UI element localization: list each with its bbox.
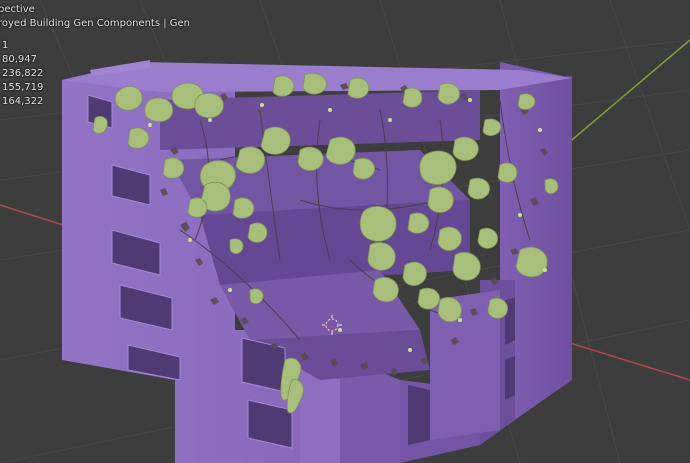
stat-faces: 155,719 xyxy=(2,82,44,93)
viewport-info-overlay: pective royed Building Gen Components | … xyxy=(0,0,240,109)
3d-viewport[interactable]: pective royed Building Gen Components | … xyxy=(0,0,690,463)
x-axis-line-right xyxy=(559,339,690,381)
stat-vertices: 80,947 xyxy=(2,54,37,65)
stat-objects: 1 xyxy=(2,40,9,51)
stat-edges: 236,822 xyxy=(2,68,44,79)
y-axis-line xyxy=(559,39,690,151)
active-object-label: royed Building Gen Components | Gen xyxy=(0,18,191,29)
stat-triangles: 164,322 xyxy=(2,96,44,107)
view-mode-label: pective xyxy=(0,4,35,15)
